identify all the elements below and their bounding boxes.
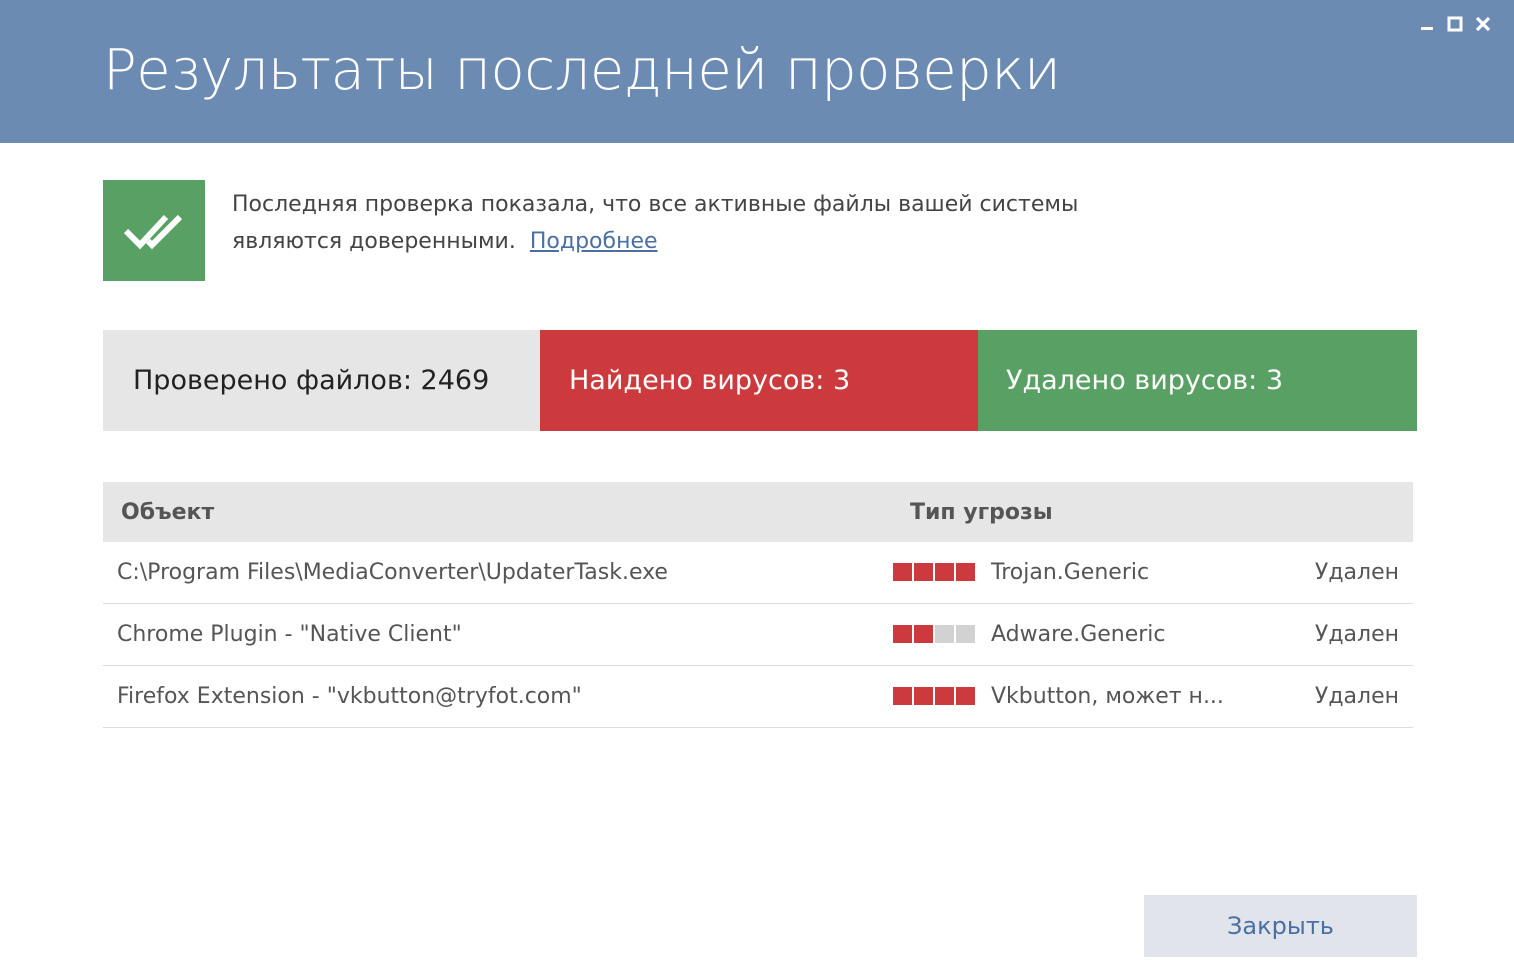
maximize-button[interactable] bbox=[1444, 12, 1466, 36]
object-path: Firefox Extension - "vkbutton@tryfot.com… bbox=[117, 684, 582, 709]
viruses-found-stat: Найдено вирусов: 3 bbox=[540, 330, 978, 431]
viruses-removed-stat: Удалено вирусов: 3 bbox=[978, 330, 1417, 431]
severity-block bbox=[935, 687, 954, 705]
table-row[interactable]: Chrome Plugin - "Native Client" Adware.Ge… bbox=[103, 604, 1413, 666]
threat-status: Удален bbox=[1314, 622, 1399, 647]
threat-type: Vkbutton, может н... bbox=[991, 684, 1224, 709]
severity-block bbox=[956, 625, 975, 643]
minimize-button[interactable] bbox=[1416, 12, 1438, 36]
threats-table: Объект Тип угрозы C:\Program Files\Media… bbox=[103, 482, 1413, 728]
severity-block bbox=[914, 687, 933, 705]
minimize-icon bbox=[1421, 27, 1433, 30]
threat-type: Adware.Generic bbox=[991, 622, 1166, 647]
severity-block bbox=[893, 625, 912, 643]
object-path: C:\Program Files\MediaConverter\UpdaterT… bbox=[117, 560, 668, 585]
object-path: Chrome Plugin - "Native Client" bbox=[117, 622, 462, 647]
severity-indicator bbox=[893, 687, 975, 705]
threat-type: Trojan.Generic bbox=[991, 560, 1150, 585]
scan-summary: Проверено файлов: 2469 Найдено вирусов: … bbox=[103, 330, 1417, 431]
maximize-icon bbox=[1447, 16, 1463, 32]
severity-block bbox=[914, 563, 933, 581]
threat-status: Удален bbox=[1314, 684, 1399, 709]
table-header: Объект Тип угрозы bbox=[103, 482, 1413, 542]
threat-status: Удален bbox=[1314, 560, 1399, 585]
close-window-button[interactable] bbox=[1472, 12, 1494, 36]
status-message-line1: Последняя проверка показала, что все акт… bbox=[232, 192, 1079, 217]
double-check-icon bbox=[123, 214, 183, 249]
window-controls bbox=[1416, 12, 1494, 36]
severity-block bbox=[893, 687, 912, 705]
severity-indicator bbox=[893, 625, 975, 643]
window-title: Результаты последней проверки bbox=[103, 38, 1061, 103]
table-row[interactable]: C:\Program Files\MediaConverter\UpdaterT… bbox=[103, 542, 1413, 604]
severity-block bbox=[935, 563, 954, 581]
column-header-object[interactable]: Объект bbox=[121, 500, 214, 525]
table-body: C:\Program Files\MediaConverter\UpdaterT… bbox=[103, 542, 1413, 728]
status-badge bbox=[103, 180, 205, 281]
close-button[interactable]: Закрыть bbox=[1144, 895, 1417, 957]
close-icon bbox=[1475, 16, 1491, 32]
column-header-threat-type[interactable]: Тип угрозы bbox=[910, 500, 1053, 525]
severity-indicator bbox=[893, 563, 975, 581]
severity-block bbox=[956, 687, 975, 705]
status-message-line2: являются доверенными. bbox=[232, 229, 516, 254]
severity-block bbox=[935, 625, 954, 643]
severity-block bbox=[956, 563, 975, 581]
severity-block bbox=[914, 625, 933, 643]
severity-block bbox=[893, 563, 912, 581]
status-message-line2-wrap: являются доверенными. Подробнее bbox=[232, 223, 1132, 260]
files-checked-stat: Проверено файлов: 2469 bbox=[103, 330, 540, 431]
table-row[interactable]: Firefox Extension - "vkbutton@tryfot.com… bbox=[103, 666, 1413, 728]
details-link[interactable]: Подробнее bbox=[530, 229, 658, 254]
header-bar: Результаты последней проверки bbox=[0, 0, 1514, 143]
status-message: Последняя проверка показала, что все акт… bbox=[232, 186, 1132, 260]
